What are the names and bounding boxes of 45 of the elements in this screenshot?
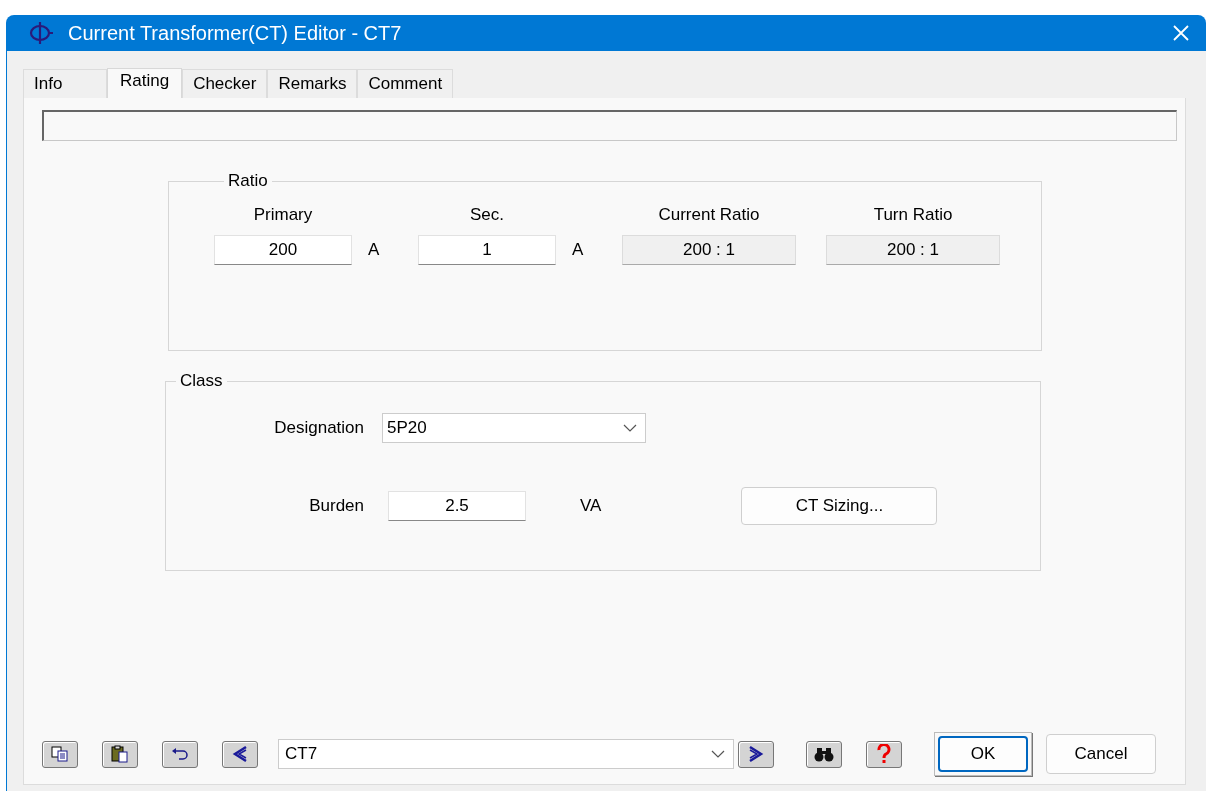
- unit-label: A: [368, 240, 380, 260]
- tab[interactable]: Comment: [357, 69, 454, 98]
- copy-button[interactable]: [42, 740, 78, 768]
- input-field[interactable]: 2.5: [388, 491, 526, 521]
- readonly-field: 200 : 1: [826, 235, 1000, 265]
- field-label: Primary: [252, 205, 314, 226]
- group-title: Ratio: [227, 171, 269, 191]
- chevron-down-icon: [711, 750, 725, 758]
- question-mark-icon: [877, 744, 891, 764]
- ct-sizing-button[interactable]: CT Sizing...: [741, 487, 938, 525]
- close-icon[interactable]: [1172, 24, 1190, 42]
- undo-button[interactable]: [162, 740, 198, 768]
- paste-button[interactable]: [102, 740, 138, 768]
- field-label: Sec.: [469, 205, 505, 226]
- field-label: Current Ratio: [657, 205, 761, 226]
- tab[interactable]: Checker: [182, 69, 268, 98]
- designation-dropdown[interactable]: 5P20: [382, 413, 646, 443]
- tab[interactable]: Remarks: [267, 69, 358, 98]
- field-label: Turn Ratio: [872, 205, 954, 226]
- unit-label: A: [572, 240, 584, 260]
- next-button[interactable]: [738, 740, 774, 768]
- tab[interactable]: Rating: [107, 68, 183, 98]
- ok-button[interactable]: OK: [938, 736, 1028, 772]
- field-label: Designation: [273, 418, 364, 438]
- find-button[interactable]: [806, 740, 842, 768]
- element-dropdown[interactable]: CT7: [278, 739, 734, 769]
- field-label: Burden: [308, 496, 364, 516]
- clipboard-icon: [110, 745, 130, 763]
- copy-icon: [50, 746, 70, 762]
- readonly-field: 200 : 1: [622, 235, 796, 265]
- binoculars-icon: [813, 746, 835, 762]
- double-chevron-left-icon: [231, 745, 249, 763]
- tab[interactable]: Info: [23, 69, 107, 98]
- previous-button[interactable]: [222, 740, 258, 768]
- help-button[interactable]: [866, 740, 902, 768]
- undo-icon: [170, 747, 190, 761]
- window-title: Current Transformer(CT) Editor - CT7: [68, 21, 403, 45]
- double-chevron-right-icon: [747, 745, 765, 763]
- input-field[interactable]: 1: [418, 235, 556, 265]
- cancel-button[interactable]: Cancel: [1046, 734, 1156, 774]
- group-title: Class: [179, 371, 224, 391]
- unit-label: VA: [580, 496, 602, 516]
- input-field[interactable]: 200: [214, 235, 352, 265]
- chevron-down-icon: [623, 424, 637, 432]
- phi-logo-icon: [28, 20, 54, 46]
